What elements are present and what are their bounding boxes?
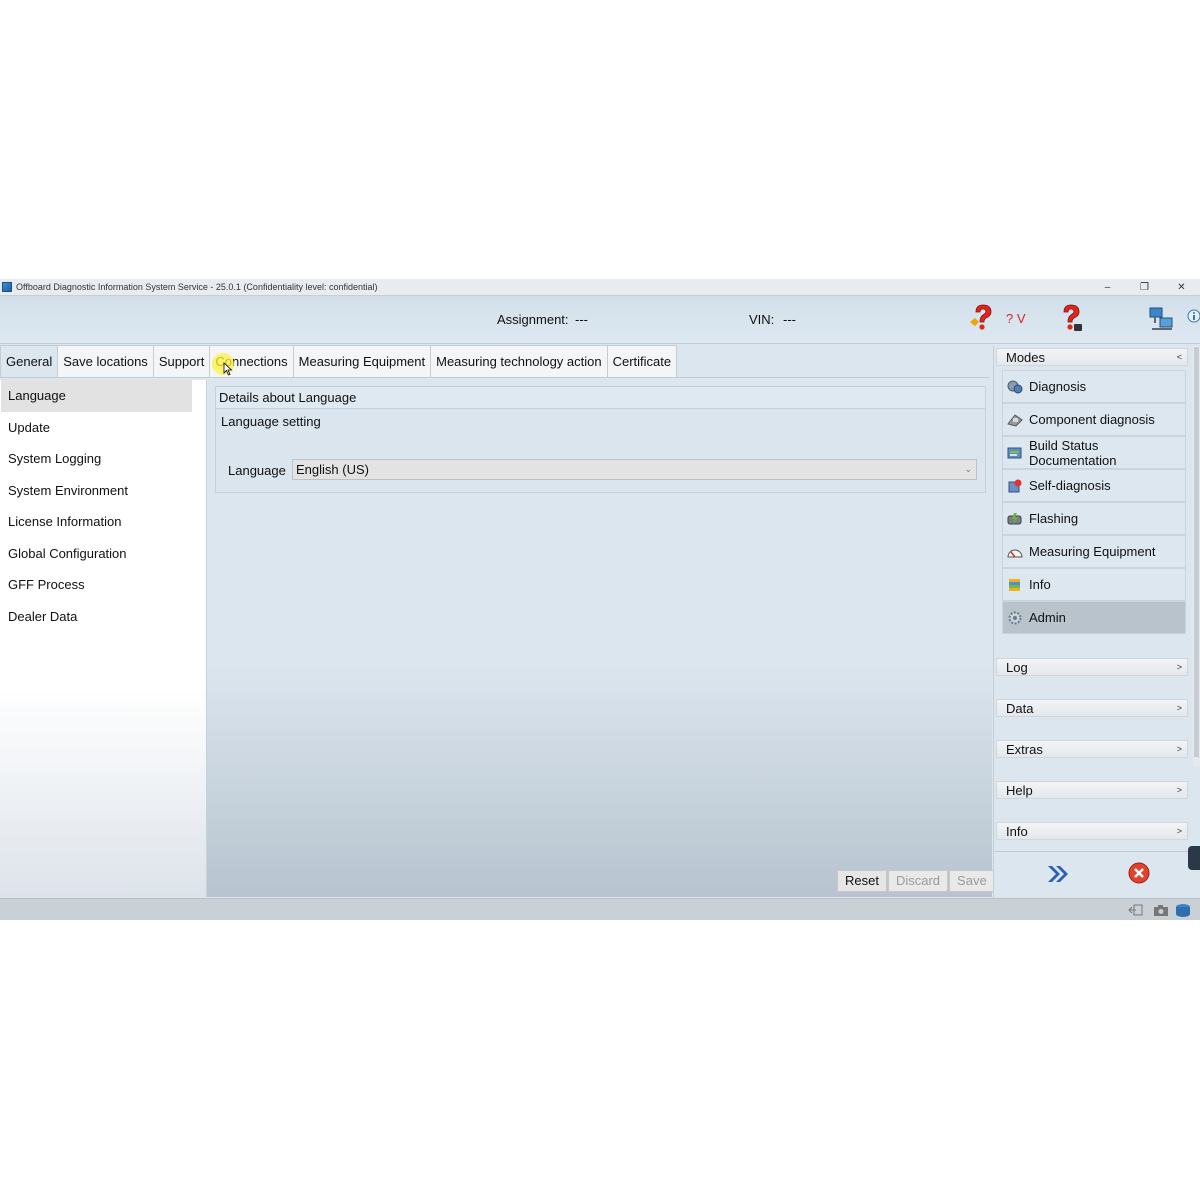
modes-title: Modes <box>1006 350 1046 365</box>
section-label: Info <box>1006 824 1028 839</box>
expand-icon: ˃ <box>1176 785 1182 795</box>
mode-measuring-equipment[interactable]: Measuring Equipment <box>1002 535 1186 568</box>
nav-item-system-environment[interactable]: System Environment <box>1 475 192 507</box>
scrollbar-thumb[interactable] <box>1194 347 1199 757</box>
side-pull-tab[interactable] <box>1188 846 1200 870</box>
settings-tab-bar: General Save locations Support Connectio… <box>0 345 990 378</box>
nav-item-language[interactable]: Language <box>1 380 192 412</box>
component-icon <box>1007 414 1023 427</box>
mode-label: Diagnosis <box>1029 379 1087 394</box>
mode-admin[interactable]: Admin <box>1002 601 1186 634</box>
sidebar-bottom-controls <box>994 851 1200 898</box>
mouse-cursor-icon <box>223 362 233 376</box>
section-label: Data <box>1006 701 1034 716</box>
tab-general[interactable]: General <box>0 345 59 377</box>
help-version-text[interactable]: ? V <box>1006 311 1026 326</box>
restore-button[interactable]: ❐ <box>1126 279 1163 296</box>
log-section-header[interactable]: Log ˃ <box>996 658 1188 676</box>
expand-icon: ˃ <box>1176 744 1182 754</box>
language-field-label: Language <box>228 463 286 478</box>
mode-label: Component diagnosis <box>1029 412 1155 427</box>
tab-save-locations[interactable]: Save locations <box>57 345 154 377</box>
help-red-icon[interactable] <box>967 302 999 334</box>
mode-label: Measuring Equipment <box>1029 544 1156 559</box>
language-details-box: Details about Language Language setting … <box>215 386 986 493</box>
details-title: Details about Language <box>216 387 985 409</box>
window-title: Offboard Diagnostic Information System S… <box>16 282 378 292</box>
chevron-down-icon: ⌄ <box>964 464 972 474</box>
expand-icon: ˃ <box>1176 703 1182 713</box>
books-icon <box>1009 579 1020 591</box>
diagnosis-icon <box>1007 380 1023 394</box>
modes-section-header[interactable]: Modes ˂ <box>996 348 1188 366</box>
modes-list: Diagnosis Component diagnosis Build Stat… <box>1002 370 1186 634</box>
reset-button[interactable]: Reset <box>837 870 887 892</box>
assignment-label: Assignment: <box>497 312 569 327</box>
help-section-header[interactable]: Help ˃ <box>996 781 1188 799</box>
details-panel: Details about Language Language setting … <box>207 380 995 897</box>
nav-item-dealer-data[interactable]: Dealer Data <box>1 601 192 633</box>
language-select-value: English (US) <box>296 462 369 477</box>
exit-icon[interactable] <box>1128 903 1144 917</box>
forward-arrows-icon[interactable] <box>1044 861 1072 887</box>
mode-flashing[interactable]: Flashing <box>1002 502 1186 535</box>
discard-button[interactable]: Discard <box>887 870 949 892</box>
application-window: Offboard Diagnostic Information System S… <box>0 279 1200 920</box>
nav-item-update[interactable]: Update <box>1 412 192 444</box>
action-buttons: Reset Discard Save <box>837 870 995 892</box>
language-select[interactable]: English (US) ⌄ <box>292 459 977 480</box>
nav-item-gff-process[interactable]: GFF Process <box>1 569 192 601</box>
cancel-icon[interactable] <box>1127 861 1151 885</box>
data-section-header[interactable]: Data ˃ <box>996 699 1188 717</box>
mode-build-status-documentation[interactable]: Build Status Documentation <box>1002 436 1186 469</box>
info-icon[interactable] <box>1186 308 1200 324</box>
help-question-icon[interactable] <box>1055 302 1087 334</box>
mode-self-diagnosis[interactable]: Self-diagnosis <box>1002 469 1186 502</box>
tab-certificate[interactable]: Certificate <box>606 345 678 377</box>
mode-diagnosis[interactable]: Diagnosis <box>1002 370 1186 403</box>
vin-value: --- <box>783 312 796 327</box>
flashing-icon <box>1007 513 1022 525</box>
mode-label: Admin <box>1029 610 1066 625</box>
expand-icon: ˃ <box>1176 662 1182 672</box>
section-label: Help <box>1006 783 1033 798</box>
assignment-value: --- <box>575 312 588 327</box>
section-label: Log <box>1006 660 1028 675</box>
mode-label: Build Status Documentation <box>1029 437 1117 468</box>
mode-label: Info <box>1029 577 1051 592</box>
save-button[interactable]: Save <box>949 870 995 892</box>
collapse-icon: ˂ <box>1176 352 1182 362</box>
extras-section-header[interactable]: Extras ˃ <box>996 740 1188 758</box>
mode-component-diagnosis[interactable]: Component diagnosis <box>1002 403 1186 436</box>
header-bar: Assignment: --- VIN: --- ? V <box>0 296 1200 344</box>
app-logo-icon <box>2 282 12 292</box>
expand-icon: ˃ <box>1176 826 1182 836</box>
vin-label: VIN: <box>749 312 775 327</box>
nav-item-global-configuration[interactable]: Global Configuration <box>1 538 192 570</box>
camera-icon[interactable] <box>1153 903 1169 917</box>
close-window-button[interactable]: ✕ <box>1163 279 1200 296</box>
settings-category-list: Language Update System Logging System En… <box>0 380 207 897</box>
status-bar <box>0 898 1200 920</box>
minimize-button[interactable]: – <box>1089 279 1126 296</box>
info-section-header[interactable]: Info ˃ <box>996 822 1188 840</box>
section-label: Extras <box>1006 742 1043 757</box>
tab-measuring-technology-action[interactable]: Measuring technology action <box>430 345 608 377</box>
title-bar: Offboard Diagnostic Information System S… <box>0 279 1200 296</box>
mode-label: Flashing <box>1029 511 1079 526</box>
mode-label: Self-diagnosis <box>1029 478 1111 493</box>
network-icon[interactable] <box>1148 306 1176 332</box>
tab-measuring-equipment[interactable]: Measuring Equipment <box>292 345 432 377</box>
gauge-icon <box>1007 549 1023 558</box>
modes-sidebar: Modes ˂ Diagnosis Component diagnosis Bu… <box>993 346 1200 898</box>
nav-item-license-information[interactable]: License Information <box>1 506 192 538</box>
nav-item-system-logging[interactable]: System Logging <box>1 443 192 475</box>
database-icon[interactable] <box>1175 903 1191 917</box>
admin-gear-icon <box>1008 611 1022 625</box>
self-diagnosis-icon <box>1008 479 1022 493</box>
mode-info[interactable]: Info <box>1002 568 1186 601</box>
tab-support[interactable]: Support <box>152 345 211 377</box>
language-setting-label: Language setting <box>221 414 321 429</box>
build-status-icon <box>1007 447 1022 459</box>
